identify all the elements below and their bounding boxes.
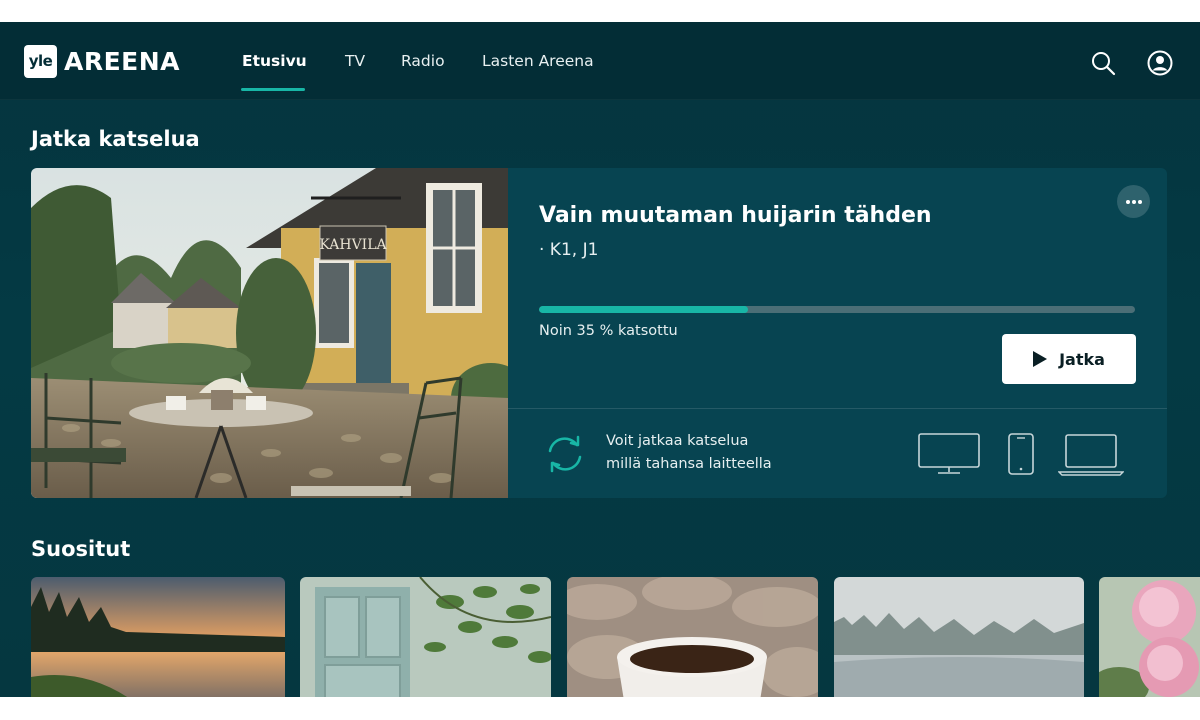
logo-mark: yle (24, 45, 57, 78)
cross-device-line-1: Voit jatkaa katselua (606, 433, 749, 449)
top-bar: yle AREENA Etusivu TV Radio Lasten Areen… (0, 22, 1200, 100)
nav-item-etusivu[interactable]: Etusivu (242, 52, 307, 70)
tv-icon (918, 433, 980, 474)
more-options-button[interactable] (1117, 185, 1150, 218)
episode-meta: · K1, J1 (539, 240, 599, 260)
account-icon[interactable] (1147, 50, 1173, 76)
continue-play-label: Jatka (1059, 349, 1105, 369)
continue-watching-card[interactable]: KAHVILA Vain muutaman huijarin tähden · … (31, 168, 1167, 498)
nav-item-tv[interactable]: TV (345, 52, 365, 70)
phone-icon (1008, 433, 1034, 475)
play-icon (1033, 351, 1048, 367)
search-icon[interactable] (1090, 50, 1116, 76)
episode-title[interactable]: Vain muutaman huijarin tähden (539, 203, 932, 228)
more-horizontal-icon (1125, 199, 1142, 204)
continue-watching-title: Jatka katselua (31, 127, 200, 151)
window-vines-thumbnail[interactable] (300, 577, 551, 697)
logo-wordmark: AREENA (64, 47, 181, 76)
episode-details: Vain muutaman huijarin tähden · K1, J1 N… (508, 168, 1167, 498)
yle-areena-logo[interactable]: yle AREENA (24, 45, 180, 78)
laptop-icon (1058, 434, 1124, 476)
watch-progress-bar (539, 306, 1135, 313)
sync-icon (548, 435, 582, 473)
cross-device-text: Voit jatkaa katselua millä tahansa laitt… (606, 430, 772, 476)
lake-sunset-thumbnail[interactable] (31, 577, 285, 697)
nav-item-radio[interactable]: Radio (401, 52, 445, 70)
cafe-sign-text: KAHVILA (319, 237, 387, 253)
pink-flowers-thumbnail[interactable] (1099, 577, 1200, 697)
continue-play-button[interactable]: Jatka (1002, 334, 1136, 384)
nav-item-lasten-areena[interactable]: Lasten Areena (482, 52, 594, 70)
watch-progress-fill (539, 306, 748, 313)
card-divider (508, 408, 1167, 409)
coffee-knit-thumbnail[interactable] (567, 577, 818, 697)
popular-section-title: Suositut (31, 537, 131, 561)
cross-device-line-2: millä tahansa laitteella (606, 456, 772, 472)
active-tab-indicator (241, 88, 305, 91)
app-window: yle AREENA Etusivu TV Radio Lasten Areen… (0, 22, 1200, 697)
episode-thumbnail[interactable]: KAHVILA (31, 168, 508, 498)
watch-progress-label: Noin 35 % katsottu (539, 323, 678, 339)
misty-lake-thumbnail[interactable] (834, 577, 1084, 697)
